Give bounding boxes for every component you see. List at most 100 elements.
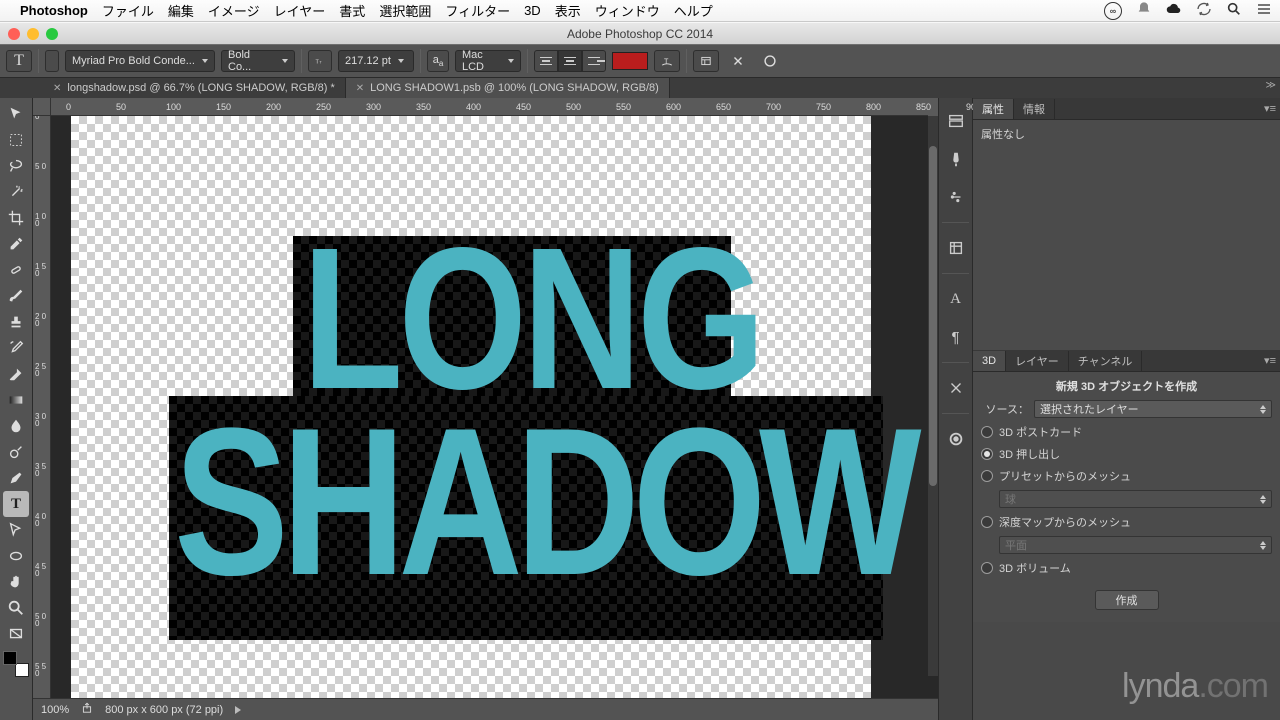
align-center-button[interactable] xyxy=(558,50,582,72)
radio-extrude[interactable] xyxy=(981,448,993,460)
3d-source-select[interactable]: 選択されたレイヤー xyxy=(1034,400,1272,418)
tab-properties[interactable]: 属性 xyxy=(973,99,1014,119)
tab-channels[interactable]: チャンネル xyxy=(1069,351,1143,371)
tools-panel-icon[interactable] xyxy=(943,375,969,401)
close-tab-icon[interactable]: ✕ xyxy=(53,83,61,94)
adjust-panel-icon[interactable] xyxy=(943,184,969,210)
pen-tool-icon[interactable] xyxy=(3,465,29,491)
fg-bg-colors[interactable] xyxy=(3,651,29,677)
menu-type[interactable]: 書式 xyxy=(339,1,365,20)
ruler-corner[interactable] xyxy=(33,98,51,116)
radio-postcard[interactable] xyxy=(981,426,993,438)
3d-depth-select[interactable]: 平面 xyxy=(999,536,1272,554)
eyedropper-tool-icon[interactable] xyxy=(3,231,29,257)
app-name[interactable]: Photoshop xyxy=(20,3,88,18)
shape-tool-icon[interactable] xyxy=(3,543,29,569)
menu-view[interactable]: 表示 xyxy=(555,1,581,20)
radio-depth[interactable] xyxy=(981,516,993,528)
orientation-toggle-icon[interactable] xyxy=(45,50,59,72)
align-right-button[interactable] xyxy=(582,50,606,72)
stamp-tool-icon[interactable] xyxy=(3,309,29,335)
zoom-tool-icon[interactable] xyxy=(3,595,29,621)
screenmode-tool-icon[interactable] xyxy=(3,621,29,647)
tab-layers[interactable]: レイヤー xyxy=(1006,351,1069,371)
tabs-overflow-icon[interactable]: ≫ xyxy=(1266,80,1276,91)
status-zoom[interactable]: 100% xyxy=(41,704,69,716)
marquee-tool-icon[interactable] xyxy=(3,127,29,153)
type-tool-icon[interactable]: T xyxy=(6,50,32,72)
traffic-min[interactable] xyxy=(27,28,39,40)
3d-create-button[interactable]: 作成 xyxy=(1095,590,1159,610)
close-tab-icon[interactable]: ✕ xyxy=(356,83,364,94)
status-menu-icon[interactable] xyxy=(235,706,241,714)
crop-tool-icon[interactable] xyxy=(3,205,29,231)
traffic-close[interactable] xyxy=(8,28,20,40)
antialias-select[interactable]: Mac LCD xyxy=(455,50,521,72)
document-tab-1[interactable]: ✕LONG SHADOW1.psb @ 100% (LONG SHADOW, R… xyxy=(346,78,670,98)
heal-tool-icon[interactable] xyxy=(3,257,29,283)
hand-tool-icon[interactable] xyxy=(3,569,29,595)
ruler-horizontal[interactable]: 0501001502002503003504004505005506006507… xyxy=(51,98,928,116)
canvas[interactable]: LONG SHADOW xyxy=(71,116,871,698)
menu-file[interactable]: ファイル xyxy=(102,1,154,20)
para-panel-icon[interactable]: ¶ xyxy=(943,324,969,350)
panels-toggle-icon[interactable] xyxy=(693,50,719,72)
radio-volume[interactable] xyxy=(981,562,993,574)
eraser-tool-icon[interactable] xyxy=(3,361,29,387)
traffic-max[interactable] xyxy=(46,28,58,40)
align-left-button[interactable] xyxy=(534,50,558,72)
creative-cloud-icon[interactable]: ∞ xyxy=(1104,2,1122,20)
wand-tool-icon[interactable] xyxy=(3,179,29,205)
notification-icon[interactable] xyxy=(1136,1,1152,20)
menu-3d[interactable]: 3D xyxy=(524,3,541,18)
cloud-icon[interactable] xyxy=(1166,1,1182,20)
menu-select[interactable]: 選択範囲 xyxy=(379,1,431,20)
cancel-icon[interactable] xyxy=(725,50,751,72)
window-titlebar: Adobe Photoshop CC 2014 xyxy=(0,22,1280,44)
char-panel-icon[interactable]: A xyxy=(943,286,969,312)
menu-image[interactable]: イメージ xyxy=(208,1,260,20)
menu-edit[interactable]: 編集 xyxy=(168,1,194,20)
commit-icon[interactable] xyxy=(757,50,783,72)
text-color-swatch[interactable] xyxy=(612,52,648,70)
libraries-panel-icon[interactable] xyxy=(943,426,969,452)
menu-layer[interactable]: レイヤー xyxy=(274,1,326,20)
panel-menu-icon[interactable]: ▾≡ xyxy=(1264,354,1276,367)
ruler-vertical[interactable]: 05 01 0 01 5 02 0 02 5 03 0 03 5 04 0 04… xyxy=(33,116,51,698)
gradient-tool-icon[interactable] xyxy=(3,387,29,413)
panel-dock: A ¶ xyxy=(938,98,973,720)
sync-icon[interactable] xyxy=(1196,1,1212,20)
blur-tool-icon[interactable] xyxy=(3,413,29,439)
radio-preset[interactable] xyxy=(981,470,993,482)
menu-help[interactable]: ヘルプ xyxy=(674,1,713,20)
styles-panel-icon[interactable] xyxy=(943,235,969,261)
type-tool-icon[interactable]: T xyxy=(3,491,29,517)
history-panel-icon[interactable] xyxy=(943,108,969,134)
list-icon[interactable] xyxy=(1256,1,1272,20)
menu-filter[interactable]: フィルター xyxy=(445,1,510,20)
warp-text-icon[interactable]: T xyxy=(654,50,680,72)
document-tab-0[interactable]: ✕longshadow.psd @ 66.7% (LONG SHADOW, RG… xyxy=(43,78,346,98)
share-icon[interactable] xyxy=(81,702,93,717)
vertical-scrollbar[interactable] xyxy=(928,116,938,676)
menu-window[interactable]: ウィンドウ xyxy=(595,1,660,20)
font-style-select[interactable]: Bold Co... xyxy=(221,50,295,72)
move-tool-icon[interactable] xyxy=(3,101,29,127)
canvas-stage[interactable]: LONG SHADOW xyxy=(51,116,938,698)
tab-info[interactable]: 情報 xyxy=(1014,99,1055,119)
status-docinfo[interactable]: 800 px x 600 px (72 ppi) xyxy=(105,704,223,716)
panel-menu-icon[interactable]: ▾≡ xyxy=(1264,102,1276,115)
brush-panel-icon[interactable] xyxy=(943,146,969,172)
font-family-select[interactable]: Myriad Pro Bold Conde... xyxy=(65,50,215,72)
3d-preset-select[interactable]: 球 xyxy=(999,490,1272,508)
lasso-tool-icon[interactable] xyxy=(3,153,29,179)
tab-3d[interactable]: 3D xyxy=(973,351,1006,371)
font-size-input[interactable]: 217.12 pt xyxy=(338,50,414,72)
opt-preset-label: プリセットからのメッシュ xyxy=(999,468,1131,484)
spotlight-icon[interactable] xyxy=(1226,1,1242,20)
brush-tool-icon[interactable] xyxy=(3,283,29,309)
history-brush-tool-icon[interactable] xyxy=(3,335,29,361)
dodge-tool-icon[interactable] xyxy=(3,439,29,465)
path-tool-icon[interactable] xyxy=(3,517,29,543)
canvas-text-line-2[interactable]: SHADOW xyxy=(174,397,914,607)
